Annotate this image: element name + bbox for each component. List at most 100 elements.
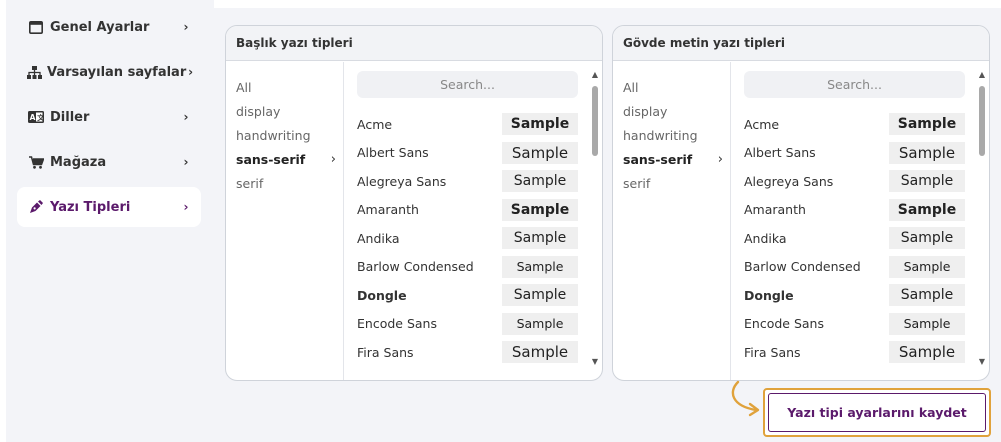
svg-text:A: A [30, 113, 36, 122]
category-list: All display handwriting sans-serif › seri… [613, 62, 731, 380]
body-fonts-panel: Gövde metin yazı tipleri All display han… [612, 25, 990, 381]
pen-icon [27, 200, 45, 214]
font-sample: Sample [889, 198, 965, 221]
chevron-right-icon: › [183, 155, 189, 169]
font-list-item[interactable]: Fira Sans Sample [744, 341, 965, 363]
sidebar-item-label: Yazı Tipleri [50, 199, 131, 215]
category-all[interactable]: All [236, 77, 338, 97]
font-name: Fira Sans [357, 344, 414, 360]
scroll-down-icon[interactable]: ▼ [590, 357, 600, 366]
window-icon [27, 20, 45, 34]
svg-text:文: 文 [37, 113, 44, 122]
font-sample: Sample [889, 141, 965, 164]
font-list-item[interactable]: Fira Sans Sample [357, 341, 578, 363]
font-name: Alegreya Sans [357, 173, 447, 189]
chevron-right-icon: › [717, 151, 723, 167]
font-search-input[interactable] [357, 71, 578, 98]
font-name: Amaranth [357, 202, 419, 217]
sidebar-item-varsayilan-sayfalar[interactable]: Varsayılan sayfalar › [17, 52, 201, 92]
font-name: Encode Sans [357, 316, 437, 331]
font-name: Amaranth [744, 202, 806, 217]
font-list-item[interactable]: Albert Sans Sample [744, 141, 965, 164]
font-list-item[interactable]: Andika Sample [744, 227, 965, 249]
font-list-item[interactable]: Dongle Sample [744, 284, 965, 306]
sidebar-item-label: Genel Ayarlar [50, 19, 150, 35]
sidebar-item-label: Mağaza [50, 154, 107, 170]
font-list-item[interactable]: Encode Sans Sample [744, 312, 965, 335]
sidebar-item-genel-ayarlar[interactable]: Genel Ayarlar › [17, 7, 201, 47]
font-list-item[interactable]: Acme Sample [357, 113, 578, 135]
font-name: Barlow Condensed [744, 259, 861, 274]
cart-icon [27, 155, 45, 169]
font-sample: Sample [889, 227, 965, 249]
font-name: Albert Sans [357, 145, 429, 160]
font-list-item[interactable]: Amaranth Sample [357, 198, 578, 221]
font-list-item[interactable]: Andika Sample [357, 227, 578, 249]
font-sample: Sample [889, 284, 965, 306]
font-sample: Sample [502, 284, 578, 306]
font-list-item[interactable]: Encode Sans Sample [357, 312, 578, 335]
sidebar-item-magaza[interactable]: Mağaza › [17, 142, 201, 182]
category-display[interactable]: display [236, 101, 338, 121]
font-name: Andika [357, 230, 400, 246]
font-search-input[interactable] [744, 71, 965, 98]
sitemap-icon [27, 65, 42, 79]
sidebar-item-diller[interactable]: A文 Diller › [17, 97, 201, 137]
font-sample: Sample [502, 312, 578, 335]
save-font-settings-button[interactable]: Yazı tipi ayarlarını kaydet [763, 388, 991, 437]
font-name: Dongle [744, 287, 794, 303]
font-sample: Sample [889, 255, 965, 278]
font-sample: Sample [502, 198, 578, 221]
font-name: Dongle [357, 287, 407, 303]
font-name: Encode Sans [744, 316, 824, 331]
scroll-up-icon[interactable]: ▲ [590, 70, 600, 79]
category-sans-serif[interactable]: sans-serif › [623, 149, 725, 169]
sidebar-item-yazi-tipleri[interactable]: Yazı Tipleri › [17, 187, 201, 227]
scrollbar-thumb[interactable] [592, 86, 598, 156]
category-serif[interactable]: serif [236, 173, 338, 193]
font-name: Andika [744, 230, 787, 246]
font-sample: Sample [502, 113, 578, 135]
font-list-item[interactable]: Acme Sample [744, 113, 965, 135]
category-serif[interactable]: serif [623, 173, 725, 193]
category-handwriting[interactable]: handwriting [236, 125, 338, 145]
chevron-right-icon: › [330, 151, 336, 167]
category-all[interactable]: All [623, 77, 725, 97]
font-name: Acme [357, 116, 393, 132]
font-sample: Sample [889, 312, 965, 335]
font-sample: Sample [502, 141, 578, 164]
font-sample: Sample [502, 170, 578, 192]
chevron-right-icon: › [183, 110, 189, 124]
scrollbar-thumb[interactable] [979, 86, 985, 156]
category-label: sans-serif [623, 151, 693, 167]
font-list-item[interactable]: Barlow Condensed Sample [744, 255, 965, 278]
font-list-item[interactable]: Barlow Condensed Sample [357, 255, 578, 278]
scroll-down-icon[interactable]: ▼ [977, 357, 987, 366]
category-sans-serif[interactable]: sans-serif › [236, 149, 338, 169]
panel-title: Başlık yazı tipleri [226, 26, 602, 61]
font-sample: Sample [889, 341, 965, 363]
font-list-scrollbar[interactable]: ▲ ▼ [977, 70, 987, 366]
category-display[interactable]: display [623, 101, 725, 121]
font-list-item[interactable]: Amaranth Sample [744, 198, 965, 221]
sidebar-item-label: Diller [50, 109, 90, 125]
font-list-item[interactable]: Alegreya Sans Sample [744, 170, 965, 192]
font-name: Fira Sans [744, 344, 801, 360]
scroll-up-icon[interactable]: ▲ [977, 70, 987, 79]
font-list-item[interactable]: Alegreya Sans Sample [357, 170, 578, 192]
font-list-item[interactable]: Albert Sans Sample [357, 141, 578, 164]
category-label: sans-serif [236, 151, 306, 167]
sidebar-item-label: Varsayılan sayfalar [47, 64, 187, 80]
font-list-scrollbar[interactable]: ▲ ▼ [590, 70, 600, 366]
font-sample: Sample [502, 341, 578, 363]
category-list: All display handwriting sans-serif › seri… [226, 62, 344, 380]
save-button-label: Yazı tipi ayarlarını kaydet [768, 393, 986, 432]
font-sample: Sample [502, 255, 578, 278]
category-handwriting[interactable]: handwriting [623, 125, 725, 145]
font-list-item[interactable]: Dongle Sample [357, 284, 578, 306]
font-sample: Sample [889, 113, 965, 135]
heading-fonts-panel: Başlık yazı tipleri All display handwrit… [225, 25, 603, 381]
font-name: Barlow Condensed [357, 259, 474, 274]
chevron-right-icon: › [183, 20, 189, 34]
font-name: Acme [744, 116, 780, 132]
